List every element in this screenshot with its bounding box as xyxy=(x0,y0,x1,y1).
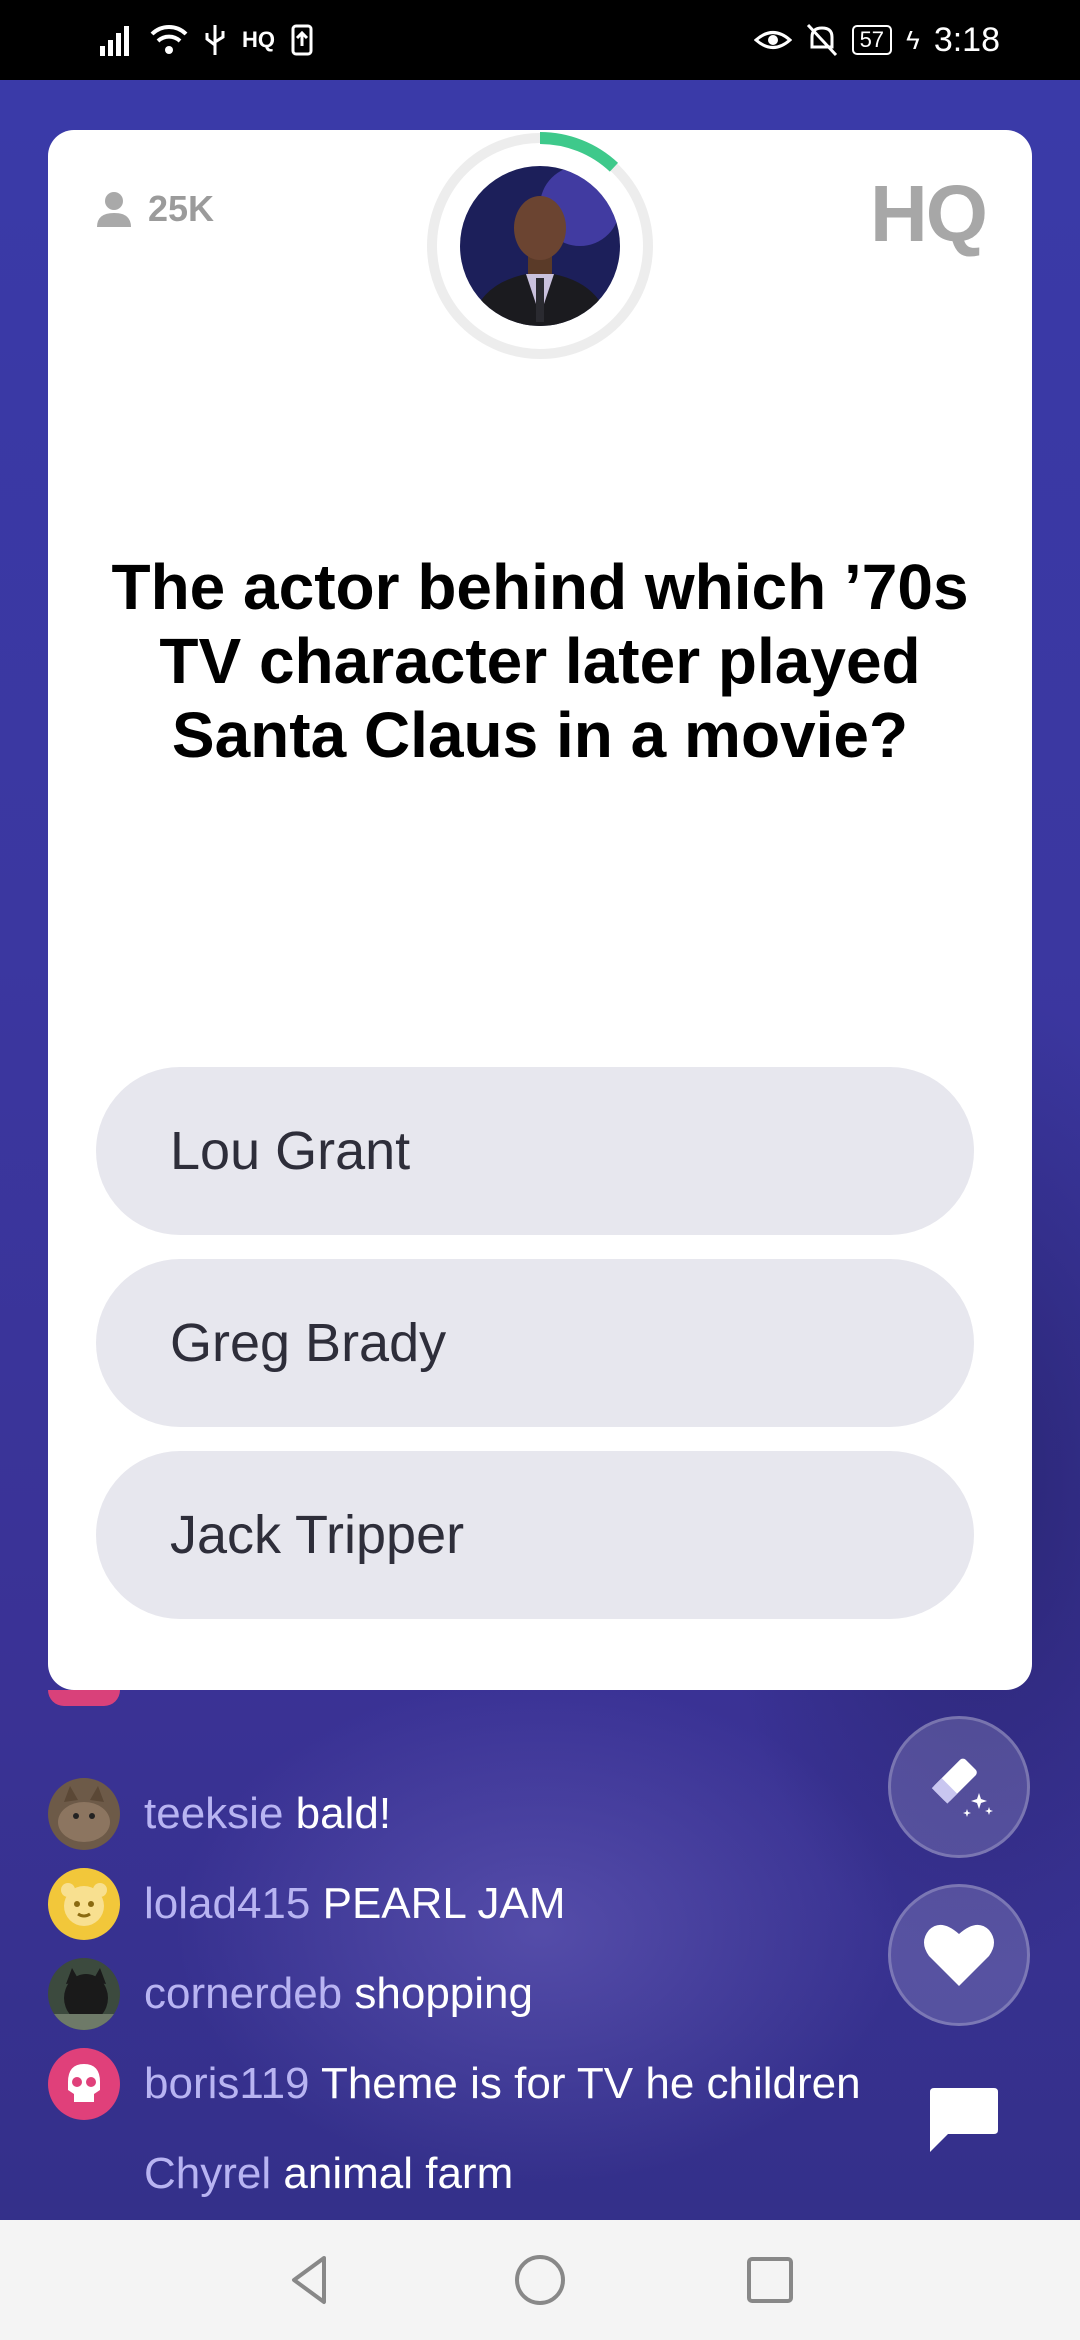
chat-username: Chyrel xyxy=(144,2149,272,2198)
scrolled-chat-avatar xyxy=(48,1690,120,1706)
signal-icon xyxy=(100,26,129,56)
chat-message-text: bald! xyxy=(295,1789,392,1838)
player-count-label: 25K xyxy=(148,188,215,229)
chat-message: teeksie bald! xyxy=(48,1778,391,1850)
usb-icon xyxy=(205,25,225,55)
eye-icon xyxy=(753,31,792,49)
clock: 3:18 xyxy=(933,20,1000,59)
upload-icon xyxy=(291,24,313,56)
recents-icon[interactable] xyxy=(740,2250,800,2310)
chat-message: cornerdeb shopping xyxy=(48,1958,533,2030)
answer-option-2[interactable]: Greg Brady xyxy=(96,1259,974,1427)
chat-message-text: shopping xyxy=(354,1969,533,2018)
chat-username: cornerdeb xyxy=(144,1969,343,2018)
mute-bell-icon xyxy=(806,23,837,57)
dog-photo-avatar xyxy=(48,1958,120,2030)
charging-icon: ϟ xyxy=(906,24,920,55)
chat-message: lolad415 PEARL JAM xyxy=(48,1868,566,1940)
speech-bubble-icon xyxy=(930,2088,998,2152)
back-icon[interactable] xyxy=(280,2250,340,2310)
host-avatar xyxy=(460,166,620,326)
chat-username: lolad415 xyxy=(144,1879,311,1928)
chat-username: boris119 xyxy=(144,2059,310,2108)
question-card: 25K HQ The actor behind which ’70s TV ch… xyxy=(48,130,1032,1690)
home-icon[interactable] xyxy=(510,2250,570,2310)
eraser-sparkle-icon xyxy=(931,1758,993,1817)
hq-logo: HQ xyxy=(870,169,988,258)
person-icon xyxy=(97,192,131,227)
chat-username: teeksie xyxy=(144,1789,284,1838)
extra-life-heart-button[interactable] xyxy=(888,1884,1030,2026)
chat-message-text: PEARL JAM xyxy=(322,1879,566,1928)
cat-photo-avatar xyxy=(48,1778,120,1850)
player-count: 25K xyxy=(94,188,214,230)
battery-level: 57 xyxy=(851,25,893,55)
status-bar: HQ 57 ϟ 3:18 xyxy=(0,0,1080,80)
question-text: The actor behind which ’70s TV character… xyxy=(111,551,969,771)
empty-avatar xyxy=(48,2138,120,2210)
yellow-face-avatar xyxy=(48,1868,120,1940)
comment-button[interactable] xyxy=(924,2082,1000,2158)
chat-message-text: animal farm xyxy=(283,2149,514,2198)
wifi-icon xyxy=(150,24,188,54)
network-app-label: HQ xyxy=(242,27,275,52)
chat-message-text: Theme is for TV he children xyxy=(320,2059,861,2108)
eraser-button[interactable] xyxy=(888,1716,1030,1858)
system-navigation-bar xyxy=(0,2220,1080,2340)
chat-message: boris119 Theme is for TV he children xyxy=(48,2048,861,2120)
answer-option-1[interactable]: Lou Grant xyxy=(96,1067,974,1235)
pink-skull-avatar xyxy=(48,2048,120,2120)
answer-option-3[interactable]: Jack Tripper xyxy=(96,1451,974,1619)
chat-message: Chyrel animal farm xyxy=(48,2138,513,2210)
heart-icon xyxy=(924,1924,994,1986)
